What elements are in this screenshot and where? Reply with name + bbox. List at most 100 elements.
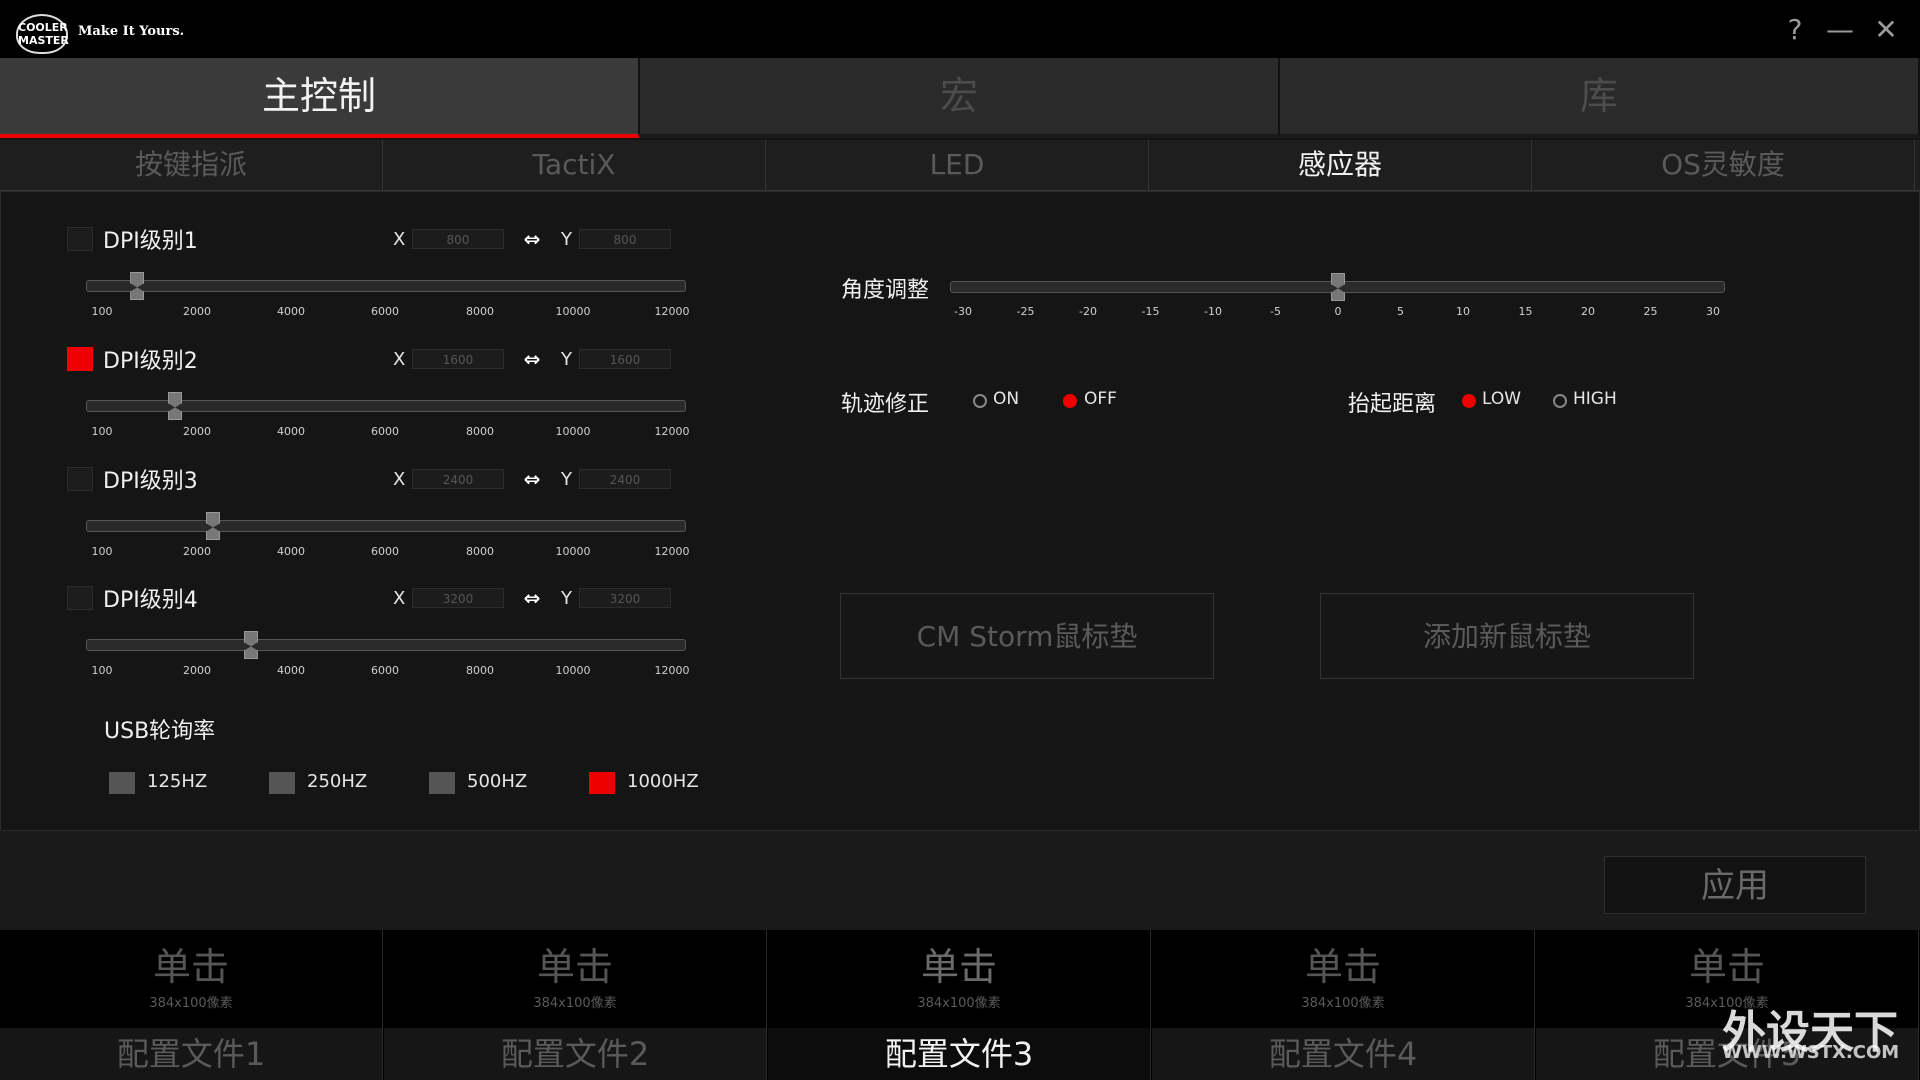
dpi-tick-label: 12000 bbox=[654, 664, 690, 677]
dpi-tick-label: 8000 bbox=[466, 425, 494, 438]
add-new-pad-button[interactable]: 添加新鼠标垫 bbox=[1320, 593, 1694, 679]
tab-os-sensitivity[interactable]: OS灵敏度 bbox=[1532, 140, 1915, 190]
profile-slot[interactable]: 单击 384x100像素配置文件3 bbox=[768, 930, 1151, 1080]
dpi-tick-label: 6000 bbox=[371, 425, 399, 438]
angle-tick-label: 30 bbox=[1706, 305, 1720, 318]
tab-main-control[interactable]: 主控制 bbox=[0, 58, 640, 138]
dpi-tick-label: 8000 bbox=[466, 305, 494, 318]
link-icon[interactable]: ⇔ bbox=[517, 469, 547, 489]
liftoff-high-radio[interactable] bbox=[1553, 394, 1567, 408]
trajectory-on-radio[interactable] bbox=[973, 394, 987, 408]
dpi-tick-label: 8000 bbox=[466, 664, 494, 677]
liftoff-low-radio[interactable] bbox=[1462, 394, 1476, 408]
usb-rate-swatch[interactable] bbox=[589, 772, 615, 794]
link-icon[interactable]: ⇔ bbox=[517, 588, 547, 608]
liftoff-label: 抬起距离 bbox=[1348, 392, 1437, 417]
dpi-tick-label: 2000 bbox=[183, 545, 211, 558]
dpi-tick-label: 12000 bbox=[654, 305, 690, 318]
tab-sensor[interactable]: 感应器 bbox=[1149, 140, 1532, 190]
dpi-y-label: Y bbox=[561, 588, 572, 609]
profile-click-text: 单击 bbox=[1688, 945, 1765, 989]
dpi-x-input[interactable]: 800 bbox=[412, 229, 504, 249]
profile-name[interactable]: 配置文件3 bbox=[768, 1028, 1150, 1080]
profile-click-text: 单击 bbox=[152, 945, 229, 989]
profile-slot[interactable]: 单击 384x100像素 配置文件4 bbox=[1152, 930, 1535, 1080]
dpi-y-input[interactable]: 1600 bbox=[579, 349, 671, 369]
angle-tick-label: 15 bbox=[1518, 305, 1533, 318]
dpi-slider-track[interactable] bbox=[86, 520, 686, 532]
angle-tick-label: -20 bbox=[1079, 305, 1097, 318]
liftoff-high-label: HIGH bbox=[1573, 389, 1617, 409]
dpi-level-label: DPI级别1 bbox=[103, 229, 198, 254]
dpi-tick-label: 2000 bbox=[183, 664, 211, 677]
dpi-tick-label: 100 bbox=[91, 664, 113, 677]
profile-size-text: 384x100像素 bbox=[149, 996, 233, 1011]
dpi-level-checkbox[interactable] bbox=[67, 467, 93, 491]
profile-slot[interactable]: 单击 384x100像素配置文件1 bbox=[0, 930, 383, 1080]
logo-text-top: COOLER bbox=[18, 21, 68, 34]
dpi-tick-label: 12000 bbox=[654, 425, 690, 438]
dpi-x-input[interactable]: 1600 bbox=[412, 349, 504, 369]
profile-bar: 单击 384x100像素 配置文件1 单击 384x100像素 配置文件2 单击 384x10… bbox=[0, 930, 1920, 1080]
dpi-tick-label: 100 bbox=[91, 425, 113, 438]
dpi-tick-label: 10000 bbox=[555, 425, 591, 438]
profile-name[interactable]: 配置文件4 bbox=[1152, 1028, 1534, 1080]
minimize-icon[interactable]: — bbox=[1820, 10, 1860, 50]
profile-name[interactable]: 配置文件2 bbox=[384, 1028, 766, 1080]
cooler-master-logo: COOLER MASTER bbox=[16, 14, 69, 54]
angle-tick-label: -30 bbox=[954, 305, 972, 318]
help-icon[interactable]: ? bbox=[1775, 10, 1815, 50]
dpi-tick-label: 10000 bbox=[555, 664, 591, 677]
dpi-slider-track[interactable] bbox=[86, 280, 686, 292]
trajectory-on-label: ON bbox=[993, 389, 1020, 409]
close-icon[interactable]: ✕ bbox=[1866, 10, 1906, 50]
angle-tick-label: -10 bbox=[1204, 305, 1222, 318]
tab-led[interactable]: LED bbox=[766, 140, 1149, 190]
angle-tick-label: -5 bbox=[1270, 305, 1281, 318]
dpi-x-label: X bbox=[393, 469, 406, 490]
cm-storm-pad-button[interactable]: CM Storm鼠标垫 bbox=[840, 593, 1214, 679]
profile-slot[interactable]: 单击 384x100像素 配置文件2 bbox=[384, 930, 767, 1080]
dpi-tick-label: 4000 bbox=[277, 545, 305, 558]
dpi-tick-label: 10000 bbox=[555, 545, 591, 558]
usb-rate-swatch[interactable] bbox=[269, 772, 295, 794]
dpi-level-label: DPI级别3 bbox=[103, 469, 198, 494]
tab-tactix[interactable]: TactiX bbox=[383, 140, 766, 190]
dpi-y-input[interactable]: 2400 bbox=[579, 469, 671, 489]
dpi-level-checkbox[interactable] bbox=[67, 347, 93, 371]
trajectory-off-radio[interactable] bbox=[1063, 394, 1077, 408]
tab-library[interactable]: 库 bbox=[1280, 58, 1920, 134]
profile-name[interactable]: 配置文件1 bbox=[0, 1028, 382, 1080]
apply-button[interactable]: 应用 bbox=[1604, 856, 1866, 914]
profile-click-text: 单击 bbox=[920, 945, 997, 989]
profile-size-text: 384x100像素 bbox=[917, 996, 1001, 1011]
tab-macro[interactable]: 宏 bbox=[640, 58, 1280, 134]
dpi-tick-label: 6000 bbox=[371, 664, 399, 677]
angle-tick-label: -15 bbox=[1141, 305, 1160, 318]
dpi-x-input[interactable]: 3200 bbox=[412, 588, 504, 608]
dpi-y-label: Y bbox=[561, 229, 572, 250]
link-icon[interactable]: ⇔ bbox=[517, 349, 547, 369]
dpi-slider-track[interactable] bbox=[86, 639, 686, 651]
link-icon[interactable]: ⇔ bbox=[517, 229, 547, 249]
sub-tabs: 按键指派 TactiX LED 感应器 OS灵敏度 bbox=[0, 140, 1920, 191]
dpi-level-label: DPI级别2 bbox=[103, 349, 198, 374]
watermark-url: WWW.WSTX.COM bbox=[1722, 1042, 1900, 1063]
trajectory-label: 轨迹修正 bbox=[841, 392, 930, 417]
dpi-tick-label: 6000 bbox=[371, 305, 399, 318]
dpi-tick-label: 10000 bbox=[555, 305, 591, 318]
dpi-level-checkbox[interactable] bbox=[67, 586, 93, 610]
usb-rate-swatch[interactable] bbox=[429, 772, 455, 794]
usb-rate-swatch[interactable] bbox=[109, 772, 135, 794]
angle-tick-label: 5 bbox=[1397, 305, 1404, 318]
dpi-y-label: Y bbox=[561, 469, 572, 490]
dpi-y-input[interactable]: 3200 bbox=[579, 588, 671, 608]
dpi-x-input[interactable]: 2400 bbox=[412, 469, 504, 489]
dpi-y-label: Y bbox=[561, 349, 572, 370]
dpi-level-checkbox[interactable] bbox=[67, 227, 93, 251]
dpi-y-input[interactable]: 800 bbox=[579, 229, 671, 249]
usb-rate-label: 125HZ bbox=[147, 771, 208, 792]
dpi-tick-label: 4000 bbox=[277, 664, 305, 677]
angle-tick-label: -25 bbox=[1016, 305, 1035, 318]
tab-key-assign[interactable]: 按键指派 bbox=[0, 140, 383, 190]
